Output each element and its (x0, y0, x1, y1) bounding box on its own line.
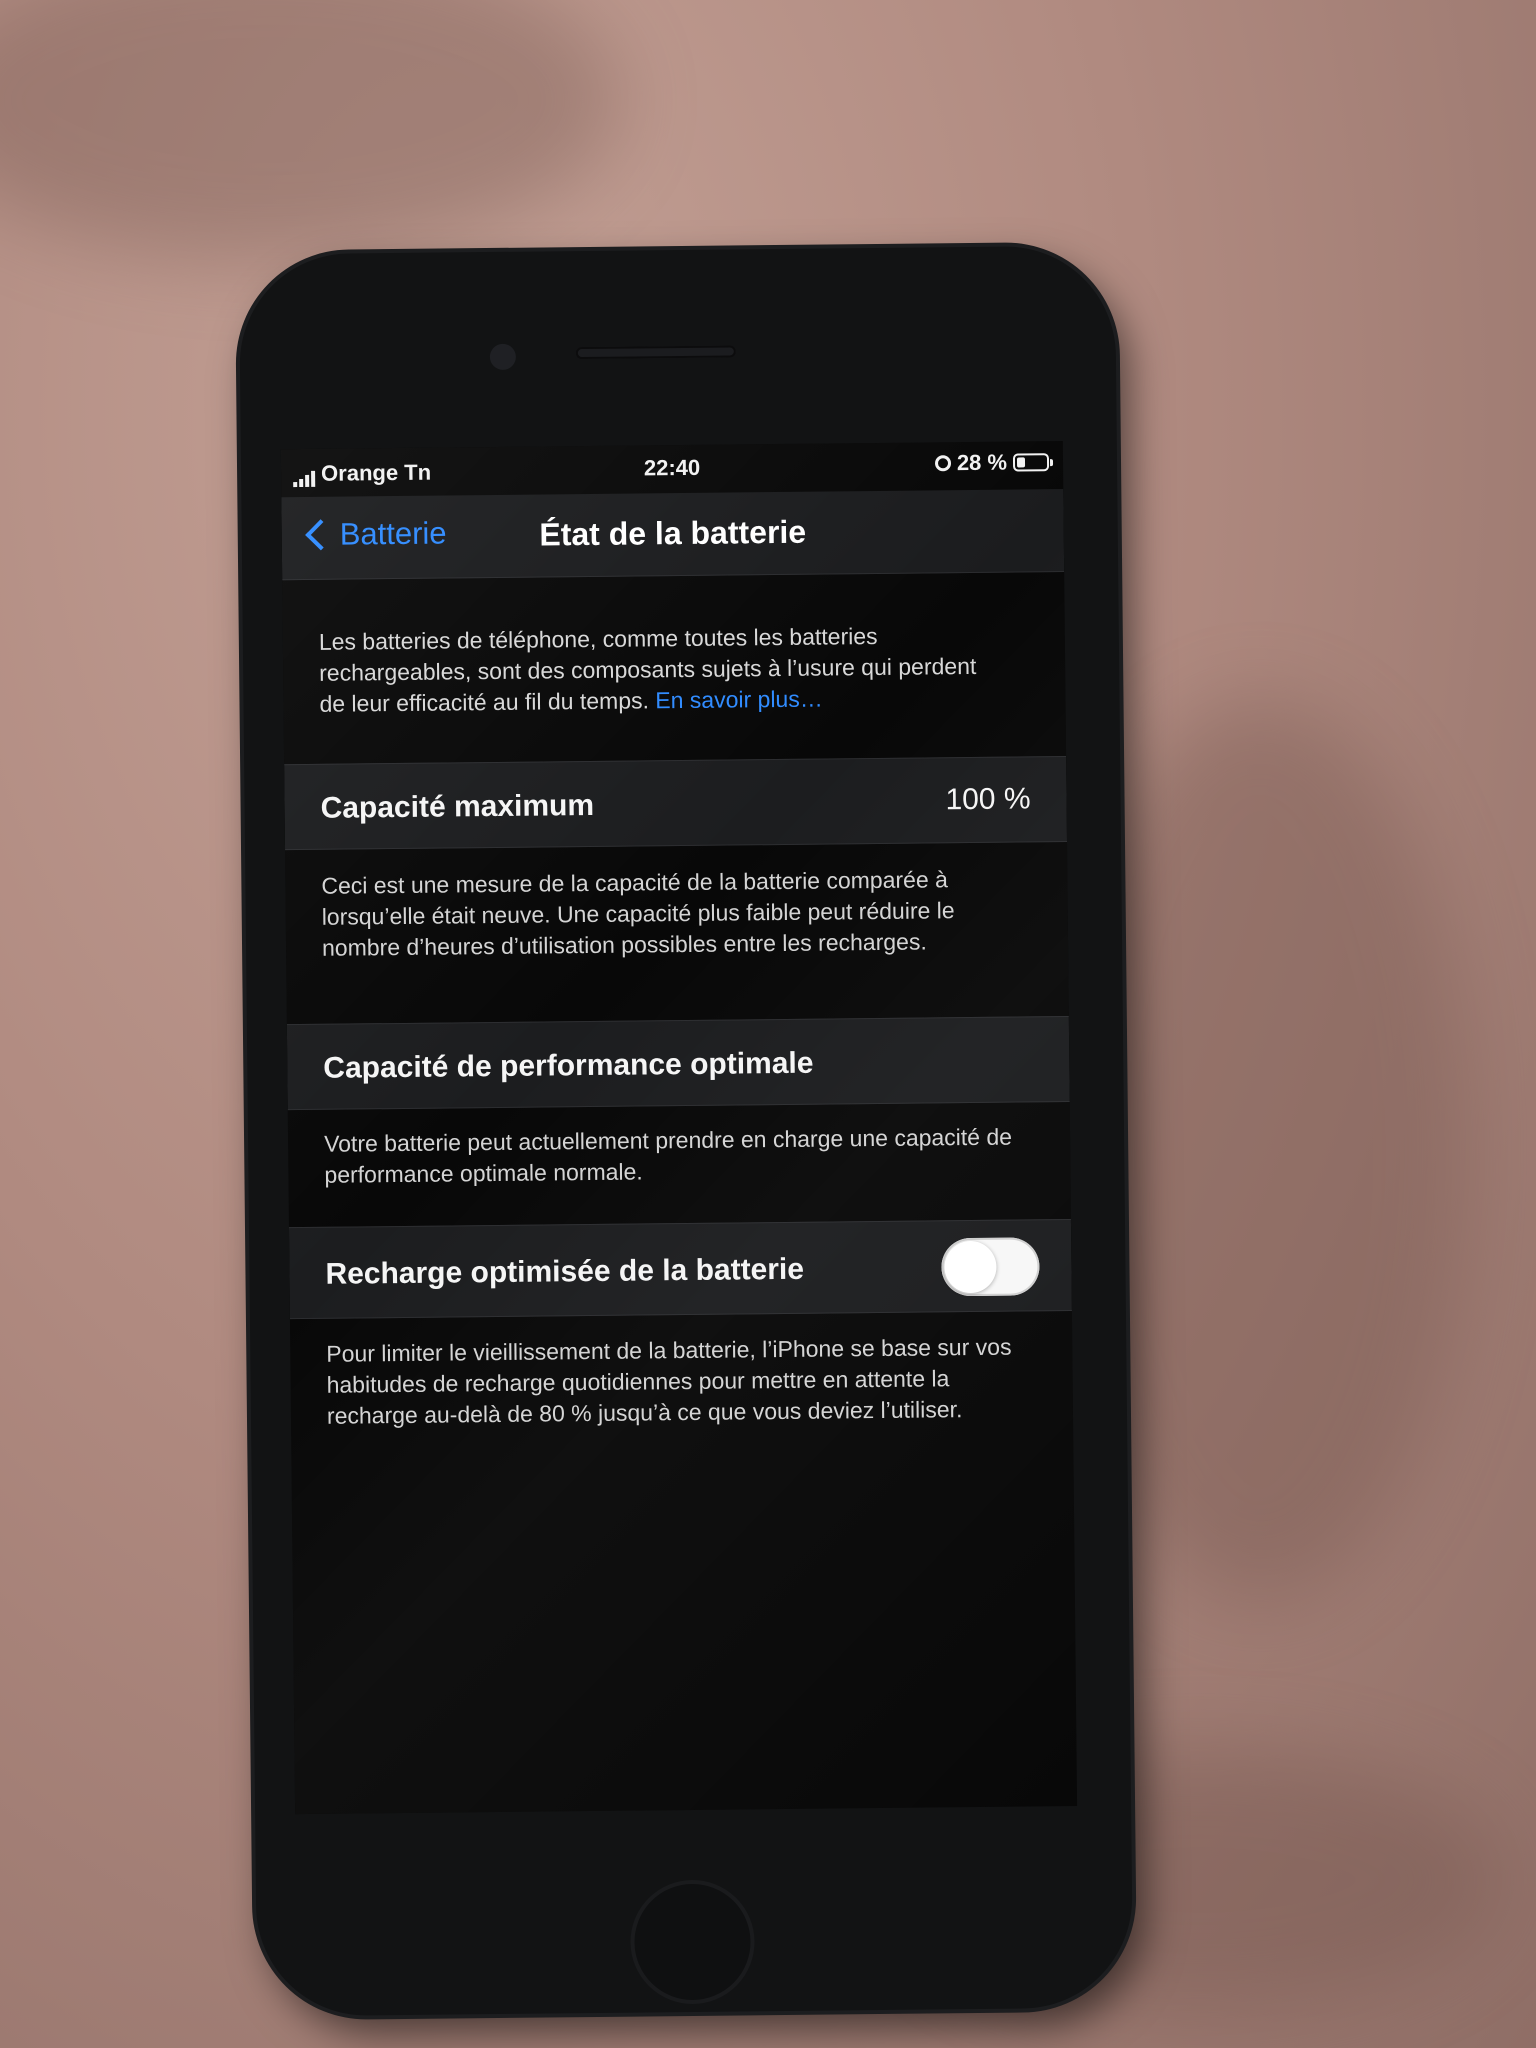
fabric-fold (0, 0, 620, 260)
intro-text: Les batteries de téléphone, comme toutes… (319, 620, 1000, 720)
page-title: État de la batterie (539, 513, 807, 553)
max-capacity-description: Ceci est une mesure de la capacité de la… (321, 866, 955, 961)
max-capacity-value: 100 % (945, 782, 1031, 817)
navigation-bar: Batterie État de la batterie (281, 489, 1065, 581)
optimized-charging-toggle[interactable] (941, 1237, 1040, 1297)
peak-performance-row: Capacité de performance optimale (286, 1015, 1070, 1111)
peak-performance-label: Capacité de performance optimale (323, 1046, 814, 1085)
status-bar: Orange Tn 22:40 28 % (281, 441, 1063, 497)
battery-fill (1016, 457, 1025, 468)
battery-icon (1012, 453, 1054, 472)
phone-device: Orange Tn 22:40 28 % Batterie État de la… (238, 245, 1134, 2017)
max-capacity-row: Capacité maximum 100 % (284, 755, 1067, 851)
phone-screen: Orange Tn 22:40 28 % Batterie État de la… (280, 441, 1078, 1815)
battery-percent: 28 % (956, 449, 1008, 476)
toggle-knob (944, 1240, 997, 1294)
status-right: 28 % (934, 449, 1054, 476)
optimized-charging-description: Pour limiter le vieillissement de la bat… (326, 1333, 1012, 1429)
front-camera (489, 343, 517, 371)
peak-performance-description: Votre batterie peut actuellement prendre… (323, 1123, 1013, 1188)
optimized-charging-row: Recharge optimisée de la batterie (288, 1218, 1072, 1320)
intro-body: Les batteries de téléphone, comme toutes… (318, 622, 977, 717)
home-button[interactable] (629, 1879, 756, 2005)
optimized-charging-label: Recharge optimisée de la batterie (325, 1252, 805, 1291)
battery-tip (1049, 459, 1054, 467)
rotation-lock-icon (934, 455, 951, 472)
learn-more-link[interactable]: En savoir plus… (655, 686, 823, 714)
earpiece-speaker (575, 345, 736, 360)
max-capacity-label: Capacité maximum (320, 788, 595, 825)
